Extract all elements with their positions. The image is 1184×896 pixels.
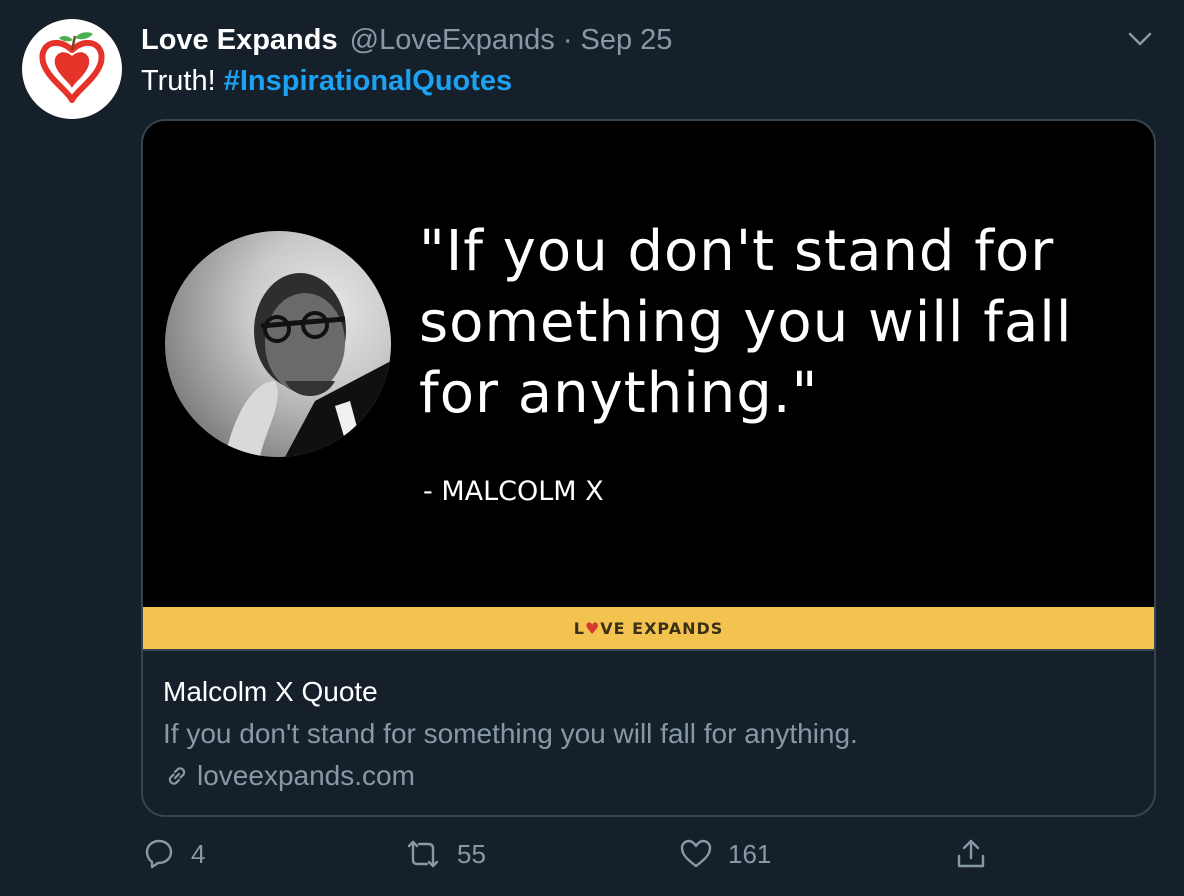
tweet[interactable]: Love Expands @LoveExpands · Sep 25 Truth… (0, 0, 1184, 896)
portrait-photo (165, 231, 391, 457)
apple-heart-logo-icon (39, 32, 105, 103)
quote-text: "If you don't stand for something you wi… (419, 219, 1073, 426)
retweet-button[interactable]: 55 (403, 836, 486, 872)
tweet-text: Truth! #InspirationalQuotes (141, 60, 512, 102)
card-meta[interactable]: Malcolm X Quote If you don't stand for s… (163, 671, 1134, 797)
brand-logo-text: L♥VE EXPANDS (573, 618, 724, 638)
reply-count: 4 (191, 838, 206, 869)
card-image[interactable]: "If you don't stand for something you wi… (143, 121, 1154, 607)
tweet-date[interactable]: Sep 25 (580, 24, 672, 57)
retweet-icon (407, 840, 439, 868)
like-count: 161 (728, 838, 772, 869)
like-icon (680, 839, 712, 868)
share-button[interactable] (953, 836, 989, 872)
card-domain[interactable]: loveexpands.com (163, 755, 1134, 797)
link-card[interactable]: "If you don't stand for something you wi… (141, 119, 1156, 817)
tweet-actions: 4 55 161 (141, 836, 1021, 880)
card-title: Malcolm X Quote (163, 676, 378, 707)
reply-icon (145, 839, 173, 869)
chevron-down-icon[interactable] (1124, 22, 1156, 54)
like-button[interactable]: 161 (678, 836, 771, 872)
author-name[interactable]: Love Expands (141, 24, 338, 57)
author-handle[interactable]: @LoveExpands (350, 24, 555, 57)
retweet-count: 55 (457, 838, 486, 869)
reply-button[interactable]: 4 (141, 836, 205, 872)
hashtag-link[interactable]: #InspirationalQuotes (224, 65, 512, 97)
avatar[interactable] (22, 19, 122, 119)
quote-author: - MALCOLM X (423, 476, 604, 507)
share-icon (957, 839, 985, 868)
brand-heart-icon: ♥ (584, 618, 601, 638)
link-icon (168, 767, 186, 785)
tweet-text-plain: Truth! (141, 65, 224, 97)
card-description: If you don't stand for something you wil… (163, 718, 858, 749)
tweet-header: Love Expands @LoveExpands · Sep 25 (141, 18, 1064, 62)
brand-bar: L♥VE EXPANDS (143, 607, 1154, 651)
separator-dot: · (562, 23, 573, 56)
card-domain-text: loveexpands.com (197, 760, 415, 791)
